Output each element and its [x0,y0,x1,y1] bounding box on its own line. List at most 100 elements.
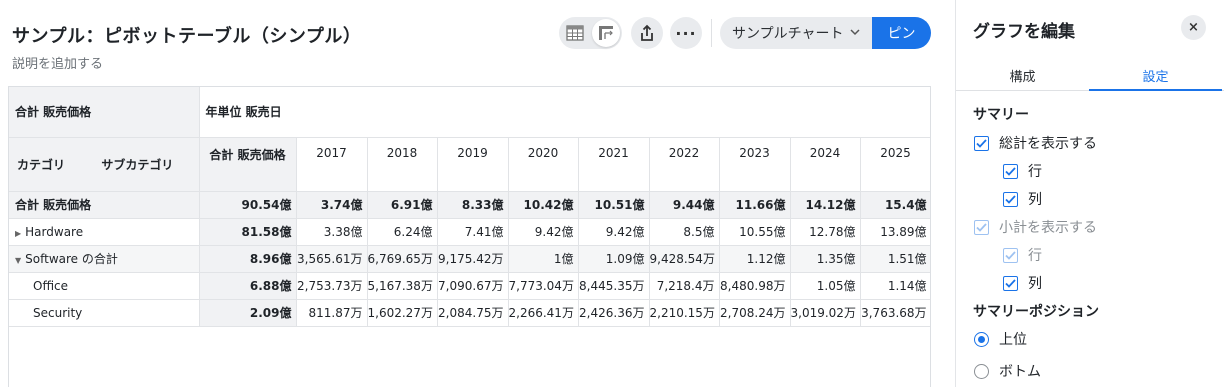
row-label: Hardware [25,224,84,239]
cell: 9,175.42万 [437,245,509,273]
header-row-1: 合計 販売価格 年単位 販売日 [9,87,930,138]
summary-position-title: サマリーポジション [973,304,1099,320]
position-top-radio[interactable]: 上位 [974,329,1027,349]
chart-select-value: サンプルチャート [732,26,844,42]
table-row: Office 6.88億 2,753.73万 5,167.38万 7,090.6… [9,272,930,300]
cell: 1.05億 [790,272,861,300]
pivot-view-button[interactable] [592,19,620,47]
table-row: Security 2.09億 811.87万 1,602.27万 2,084.7… [9,299,930,327]
table-icon [566,25,584,41]
table-row: ▶ Hardware 81.58億 3.38億 6.24億 7.41億 9.42億… [9,218,930,246]
year-header[interactable]: 2020 [508,137,579,192]
radio-unselected-icon [974,363,989,379]
chevron-down-icon [850,29,860,36]
cell: 6.91億 [367,191,438,219]
cell: 11.66億 [719,191,791,219]
cell: 9.44億 [649,191,720,219]
cell: 6.24億 [367,218,438,246]
cell: 9.42億 [508,218,579,246]
pivot-table: 合計 販売価格 年単位 販売日 カテゴリ サブカテゴリ 合計 販売価格 2017… [8,86,931,387]
show-subtotals-checkbox[interactable]: 小計を表示する [974,217,1097,237]
year-header[interactable]: 2017 [296,137,368,192]
year-header[interactable]: 2023 [719,137,791,192]
row-label: Security [9,299,200,327]
table-view-button[interactable] [561,19,589,47]
cell: 3.38億 [296,218,368,246]
panel-title: グラフを編集 [973,22,1075,42]
year-header[interactable]: 2019 [437,137,509,192]
show-totals-label: 総計を表示する [999,136,1097,152]
cell: 2,753.73万 [296,272,368,300]
checkbox-checked-icon [1003,247,1018,263]
totals-row-label: 行 [1028,164,1042,180]
row-header-cell: カテゴリ サブカテゴリ [9,137,200,192]
row-label-cell[interactable]: ▶ Hardware [9,218,200,246]
cell: 14.12億 [790,191,861,219]
year-header[interactable]: 2022 [649,137,720,192]
cell: 7,090.67万 [437,272,509,300]
cell: 1億 [508,245,579,273]
year-header[interactable]: 2018 [367,137,438,192]
grand-total-row: 合計 販売価格 90.54億 3.74億 6.91億 8.33億 10.42億 … [9,191,930,219]
cell: 8.33億 [437,191,509,219]
checkbox-checked-icon [1003,163,1018,179]
chart-select-dropdown[interactable]: サンプルチャート [720,17,872,49]
page-title[interactable]: サンプル：ピボットテーブル（シンプル） [12,22,361,48]
share-icon [641,24,653,41]
caret-right-icon[interactable]: ▶ [15,229,21,238]
pivot-table-icon [599,26,613,40]
corner-label: 合計 販売価格 [9,87,200,138]
total-column-header[interactable]: 合計 販売価格 [199,137,297,192]
subtotals-column-checkbox[interactable]: 列 [1003,273,1042,293]
row-total: 90.54億 [199,191,297,219]
panel-tabs: 構成 設定 [956,66,1224,91]
row-header-subcategory[interactable]: サブカテゴリ [101,158,173,172]
cell: 2,266.41万 [508,299,579,327]
totals-column-checkbox[interactable]: 列 [1003,189,1042,209]
close-button[interactable]: × [1181,15,1206,40]
cell: 1.14億 [860,272,930,300]
edit-chart-panel: グラフを編集 × 構成 設定 サマリー 総計を表示する 行 列 小計を表示する … [955,0,1224,387]
more-options-button[interactable]: ··· [670,17,702,49]
show-totals-checkbox[interactable]: 総計を表示する [974,133,1097,153]
cell: 3,019.02万 [790,299,861,327]
caret-down-icon[interactable]: ▼ [15,256,21,265]
row-total: 6.88億 [199,272,297,300]
cell: 1.09億 [578,245,650,273]
cell: 10.42億 [508,191,579,219]
position-bottom-radio[interactable]: ボトム [974,361,1041,381]
row-label-cell[interactable]: ▼ Software の合計 [9,245,200,273]
year-header[interactable]: 2024 [790,137,861,192]
cell: 8.5億 [649,218,720,246]
row-total: 81.58億 [199,218,297,246]
pin-button[interactable]: ピン [872,17,931,49]
subtotals-row-label: 行 [1028,248,1042,264]
checkbox-checked-icon [1003,191,1018,207]
row-label: 合計 販売価格 [9,191,200,219]
description-input[interactable]: 説明を追加する [12,53,103,72]
cell: 1,602.27万 [367,299,438,327]
column-group-label: 年単位 販売日 [199,87,930,138]
view-toggle[interactable] [559,17,622,49]
summary-section-title: サマリー [973,107,1029,123]
cell: 15.4億 [860,191,930,219]
cell: 10.51億 [578,191,650,219]
subtotals-row-checkbox[interactable]: 行 [1003,245,1042,265]
cell: 3.74億 [296,191,368,219]
totals-column-label: 列 [1028,192,1042,208]
cell: 1.35億 [790,245,861,273]
year-header[interactable]: 2021 [578,137,650,192]
share-button[interactable] [631,17,663,49]
totals-row-checkbox[interactable]: 行 [1003,161,1042,181]
radio-selected-icon [974,331,989,347]
year-header[interactable]: 2025 [860,137,930,192]
tab-settings[interactable]: 設定 [1089,66,1222,91]
cell: 5,167.38万 [367,272,438,300]
cell: 7,218.4万 [649,272,720,300]
header-row-2: カテゴリ サブカテゴリ 合計 販売価格 2017 2018 2019 2020 … [9,137,930,192]
tab-composition[interactable]: 構成 [956,66,1089,91]
row-label: Office [9,272,200,300]
row-header-category[interactable]: カテゴリ [17,158,65,172]
cell: 10.55億 [719,218,791,246]
cell: 2,084.75万 [437,299,509,327]
